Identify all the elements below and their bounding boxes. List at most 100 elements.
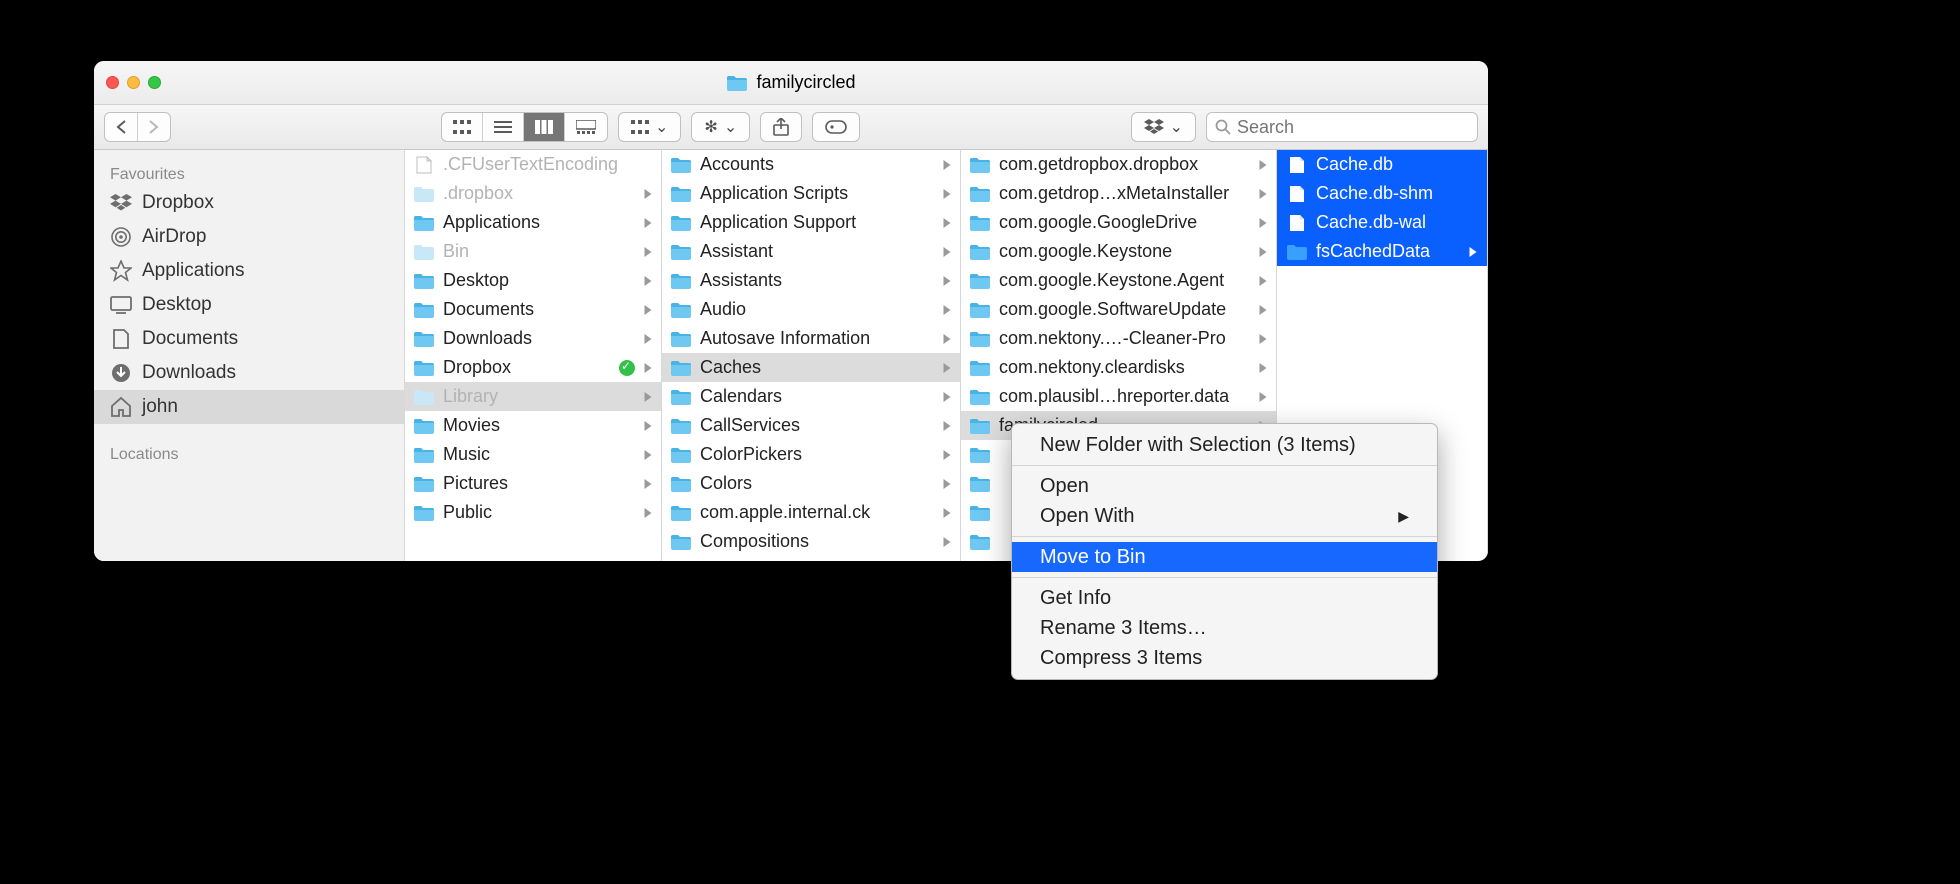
share-button[interactable]	[760, 112, 802, 142]
downloads-icon	[110, 362, 132, 384]
view-gallery-button[interactable]	[565, 113, 607, 141]
folder-row[interactable]: Movies	[405, 411, 661, 440]
sidebar-header-locations: Locations	[94, 438, 404, 466]
folder-row[interactable]: Pictures	[405, 469, 661, 498]
folder-icon	[670, 388, 692, 406]
folder-row[interactable]: CallServices	[662, 411, 960, 440]
back-button[interactable]	[105, 113, 138, 141]
tags-button[interactable]	[812, 112, 860, 142]
dropbox-button[interactable]: ⌄	[1131, 112, 1196, 142]
menu-separator	[1012, 465, 1437, 466]
desktop-icon	[110, 294, 132, 316]
sidebar-item-john[interactable]: john	[94, 390, 404, 424]
view-columns-button[interactable]	[524, 113, 565, 141]
folder-row[interactable]: Music	[405, 440, 661, 469]
sidebar-item-documents[interactable]: Documents	[94, 322, 404, 356]
chevron-right-icon	[1468, 247, 1478, 257]
dropbox-icon	[1144, 119, 1164, 135]
folder-row[interactable]: Assistants	[662, 266, 960, 295]
folder-row[interactable]: com.google.GoogleDrive	[961, 208, 1276, 237]
chevron-right-icon	[1258, 189, 1268, 199]
close-button[interactable]	[106, 76, 119, 89]
folder-icon	[969, 330, 991, 348]
menu-item-label: Rename 3 Items…	[1040, 617, 1207, 640]
folder-row[interactable]: Colors	[662, 469, 960, 498]
item-label: Desktop	[443, 270, 635, 291]
view-icons-button[interactable]	[442, 113, 483, 141]
menu-item-label: Compress 3 Items	[1040, 647, 1202, 670]
folder-row[interactable]: Applications	[405, 208, 661, 237]
folder-icon	[413, 504, 435, 522]
menu-item[interactable]: Get Info	[1012, 583, 1437, 613]
menu-item[interactable]: Rename 3 Items…	[1012, 613, 1437, 643]
sidebar-item-label: Dropbox	[142, 192, 214, 214]
selected-item[interactable]: Cache.db-wal	[1277, 208, 1487, 237]
folder-row[interactable]: Downloads	[405, 324, 661, 353]
folder-row[interactable]: Containers	[662, 556, 960, 561]
folder-row[interactable]: com.getdrop…xMetaInstaller	[961, 179, 1276, 208]
group-button[interactable]: ⌄	[618, 112, 681, 142]
item-label: Autosave Information	[700, 328, 934, 349]
search-icon	[1215, 119, 1231, 135]
folder-row[interactable]: Audio	[662, 295, 960, 324]
sidebar-item-desktop[interactable]: Desktop	[94, 288, 404, 322]
folder-row[interactable]: Application Scripts	[662, 179, 960, 208]
selected-item[interactable]: Cache.db	[1277, 150, 1487, 179]
chevron-down-icon: ⌄	[655, 117, 668, 137]
sidebar-item-downloads[interactable]: Downloads	[94, 356, 404, 390]
folder-icon	[969, 533, 991, 551]
folder-row[interactable]: com.google.Keystone	[961, 237, 1276, 266]
folder-icon	[670, 156, 692, 174]
folder-row[interactable]: com.nektony.cleardisks	[961, 353, 1276, 382]
search-field[interactable]	[1206, 112, 1478, 142]
folder-row[interactable]: Compositions	[662, 527, 960, 556]
menu-item[interactable]: Open	[1012, 471, 1437, 501]
item-label: com.plausibl…hreporter.data	[999, 386, 1250, 407]
folder-row[interactable]: Autosave Information	[662, 324, 960, 353]
fullscreen-button[interactable]	[148, 76, 161, 89]
item-label: Cache.db-wal	[1316, 212, 1460, 233]
folder-row[interactable]: com.plausibl…hreporter.data	[961, 382, 1276, 411]
active-folder-row[interactable]: Caches	[662, 353, 960, 382]
folder-row[interactable]: com.google.SoftwareUpdate	[961, 295, 1276, 324]
item-label: com.google.Keystone	[999, 241, 1250, 262]
active-folder-row[interactable]: Library	[405, 382, 661, 411]
folder-row[interactable]: Bin	[405, 237, 661, 266]
sidebar-item-dropbox[interactable]: Dropbox	[94, 186, 404, 220]
minimize-button[interactable]	[127, 76, 140, 89]
chevron-right-icon	[942, 479, 952, 489]
folder-row[interactable]: .dropbox	[405, 179, 661, 208]
chevron-right-icon	[942, 508, 952, 518]
menu-item[interactable]: Move to Bin	[1012, 542, 1437, 572]
selected-item[interactable]: Cache.db-shm	[1277, 179, 1487, 208]
menu-item[interactable]: Open With▶	[1012, 501, 1437, 531]
search-input[interactable]	[1237, 117, 1469, 138]
file-icon	[1286, 185, 1308, 203]
folder-row[interactable]: .CFUserTextEncoding	[405, 150, 661, 179]
folder-row[interactable]: Accounts	[662, 150, 960, 179]
folder-row[interactable]: Desktop	[405, 266, 661, 295]
folder-row[interactable]: Documents	[405, 295, 661, 324]
selected-item[interactable]: fsCachedData	[1277, 237, 1487, 266]
folder-row[interactable]: Dropbox	[405, 353, 661, 382]
menu-item[interactable]: New Folder with Selection (3 Items)	[1012, 430, 1437, 460]
view-list-button[interactable]	[483, 113, 524, 141]
folder-row[interactable]: com.nektony.…-Cleaner-Pro	[961, 324, 1276, 353]
forward-button[interactable]	[138, 113, 170, 141]
sidebar-item-applications[interactable]: Applications	[94, 254, 404, 288]
column-1[interactable]: .CFUserTextEncoding.dropboxApplicationsB…	[405, 150, 662, 561]
folder-row[interactable]: com.google.Keystone.Agent	[961, 266, 1276, 295]
column-2[interactable]: AccountsApplication ScriptsApplication S…	[662, 150, 961, 561]
folder-row[interactable]: Calendars	[662, 382, 960, 411]
menu-separator	[1012, 536, 1437, 537]
folder-row[interactable]: com.apple.internal.ck	[662, 498, 960, 527]
sidebar-item-airdrop[interactable]: AirDrop	[94, 220, 404, 254]
action-button[interactable]: ✻ ⌄	[691, 112, 750, 142]
folder-row[interactable]: Assistant	[662, 237, 960, 266]
folder-row[interactable]: com.getdropbox.dropbox	[961, 150, 1276, 179]
folder-row[interactable]: Public	[405, 498, 661, 527]
folder-row[interactable]: Application Support	[662, 208, 960, 237]
menu-item[interactable]: Compress 3 Items	[1012, 643, 1437, 673]
sidebar-item-label: Downloads	[142, 362, 236, 384]
folder-row[interactable]: ColorPickers	[662, 440, 960, 469]
